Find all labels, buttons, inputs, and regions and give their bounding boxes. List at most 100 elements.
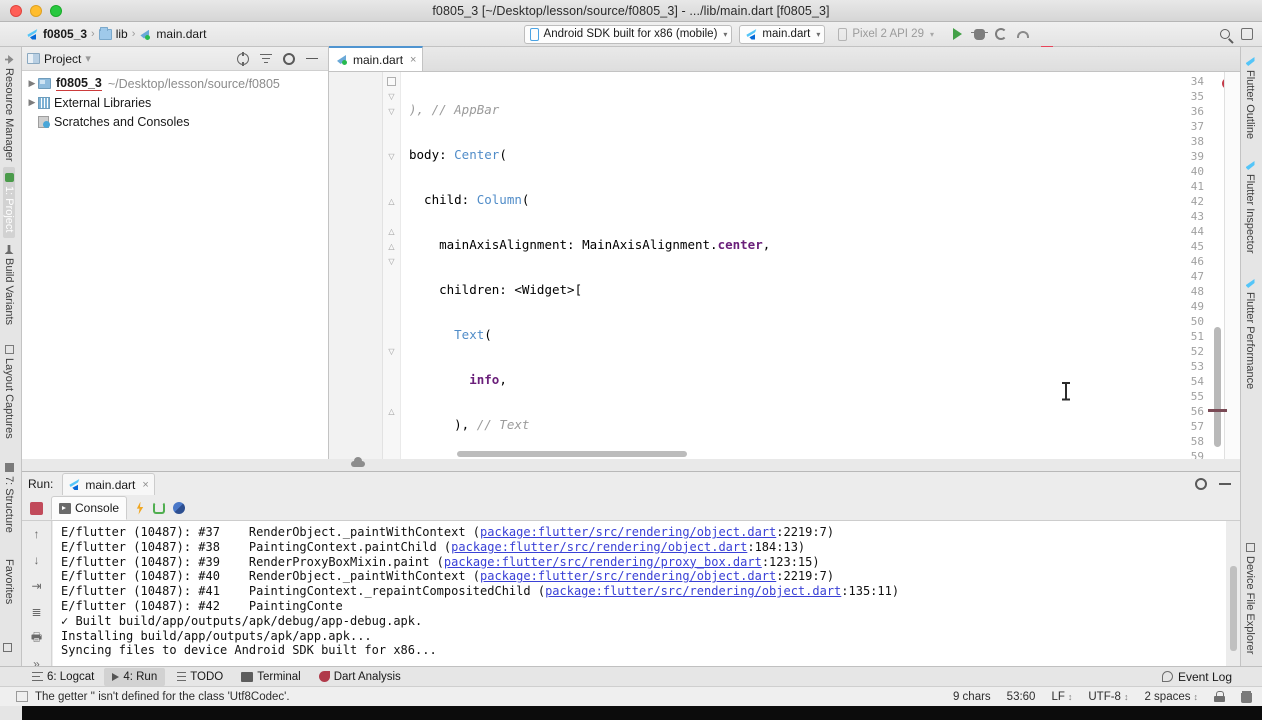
- console-line[interactable]: E/flutter (10487): #37 RenderObject._pai…: [61, 525, 1226, 540]
- print-icon[interactable]: 🖶: [29, 630, 44, 645]
- fold-marker[interactable]: ▽: [387, 107, 396, 116]
- layout-button[interactable]: [1236, 23, 1258, 45]
- settings-button[interactable]: [282, 52, 296, 66]
- close-icon[interactable]: ×: [410, 54, 416, 66]
- code-text[interactable]: ), // AppBar body: Center( child: Column…: [402, 72, 1240, 459]
- breadcrumb-item-project[interactable]: f0805_3: [43, 27, 87, 41]
- expand-arrow-icon[interactable]: ▶: [26, 78, 38, 89]
- console-line[interactable]: Syncing files to device Android SDK buil…: [61, 643, 1226, 658]
- console-scrollbar[interactable]: [1230, 566, 1237, 651]
- tree-node-external-libraries[interactable]: ▶ External Libraries: [22, 93, 328, 112]
- hide-panel-button[interactable]: [305, 52, 319, 66]
- console-line[interactable]: E/flutter (10487): #42 PaintingConte: [61, 599, 1226, 614]
- console-line[interactable]: E/flutter (10487): #39 RenderProxyBoxMix…: [61, 555, 1226, 570]
- code-line[interactable]: Text(: [402, 327, 1240, 342]
- locate-file-button[interactable]: [236, 51, 250, 66]
- hot-reload-icon[interactable]: [136, 501, 144, 515]
- run-config-selector[interactable]: main.dart ▾: [739, 24, 826, 44]
- code-minimap[interactable]: [1224, 72, 1240, 459]
- stacktrace-link[interactable]: package:flutter/src/rendering/object.dar…: [480, 525, 776, 539]
- console-output[interactable]: E/flutter (10487): #37 RenderObject._pai…: [53, 521, 1226, 677]
- bottom-tab-logcat[interactable]: 6: Logcat: [24, 668, 102, 686]
- status-line-separator[interactable]: LF ↕: [1051, 691, 1072, 703]
- scroll-down-icon[interactable]: ↓: [29, 553, 44, 567]
- cloud-download-gutter-icon[interactable]: [351, 457, 365, 467]
- bottom-tab-run[interactable]: 4: Run: [104, 667, 166, 686]
- code-line[interactable]: child: Column(: [402, 192, 1240, 207]
- chevron-down-icon[interactable]: ▾: [85, 52, 91, 65]
- hot-reload-button[interactable]: [990, 23, 1012, 45]
- sidebar-item-flutter-performance[interactable]: Flutter Performance: [1244, 273, 1256, 395]
- editor-tab-main-dart[interactable]: main.dart ×: [329, 46, 424, 71]
- fold-marker[interactable]: △: [387, 407, 396, 416]
- sidebar-item-flutter-inspector[interactable]: Flutter Inspector: [1244, 155, 1256, 259]
- stacktrace-link[interactable]: package:flutter/src/rendering/object.dar…: [545, 584, 841, 598]
- run-button[interactable]: [946, 23, 968, 45]
- run-tab-main-dart[interactable]: main.dart ×: [62, 473, 155, 495]
- run-settings-button[interactable]: [1194, 477, 1208, 491]
- console-line[interactable]: E/flutter (10487): #41 PaintingContext._…: [61, 584, 1226, 599]
- bottom-tab-dart-analysis[interactable]: Dart Analysis: [311, 668, 409, 686]
- stop-button[interactable]: [30, 501, 43, 515]
- open-devtools-icon[interactable]: [173, 502, 186, 514]
- tree-node-scratches[interactable]: Scratches and Consoles: [22, 112, 328, 131]
- code-line[interactable]: info,: [402, 372, 1240, 387]
- stacktrace-link[interactable]: package:flutter/src/rendering/proxy_box.…: [444, 555, 762, 569]
- sidebar-item-bottom-window[interactable]: [3, 637, 12, 658]
- error-stripe-mark[interactable]: [1208, 409, 1227, 412]
- collapse-all-button[interactable]: [259, 52, 273, 66]
- status-encoding[interactable]: UTF-8 ↕: [1088, 691, 1128, 703]
- fold-marker[interactable]: ▽: [387, 152, 396, 161]
- event-log-button[interactable]: Event Log: [1161, 670, 1262, 684]
- fold-marker[interactable]: [387, 77, 396, 86]
- fold-marker[interactable]: △: [387, 197, 396, 206]
- scroll-to-end-icon[interactable]: ≣: [29, 605, 44, 619]
- tab-console[interactable]: Console: [51, 496, 128, 520]
- sidebar-item-device-file-explorer[interactable]: Device File Explorer: [1244, 537, 1256, 660]
- code-line[interactable]: ), // Text: [402, 417, 1240, 432]
- close-icon[interactable]: ×: [142, 479, 148, 491]
- sidebar-item-build-variants[interactable]: Build Variants: [3, 239, 15, 331]
- sidebar-item-flutter-outline[interactable]: Flutter Outline: [1244, 51, 1256, 145]
- stacktrace-link[interactable]: package:flutter/src/rendering/object.dar…: [480, 569, 776, 583]
- code-line[interactable]: mainAxisAlignment: MainAxisAlignment.cen…: [402, 237, 1240, 252]
- breadcrumb-item-file[interactable]: main.dart: [156, 27, 206, 41]
- fold-marker[interactable]: ▽: [387, 92, 396, 101]
- code-line[interactable]: children: <Widget>[: [402, 282, 1240, 297]
- fold-marker[interactable]: △: [387, 227, 396, 236]
- console-line[interactable]: Installing build/app/outputs/apk/app.apk…: [61, 629, 1226, 644]
- profile-button[interactable]: [1012, 23, 1034, 45]
- sidebar-item-layout-captures[interactable]: Layout Captures: [3, 339, 15, 445]
- console-line[interactable]: E/flutter (10487): #38 PaintingContext.p…: [61, 540, 1226, 555]
- breadcrumb-item-lib[interactable]: lib: [116, 27, 128, 41]
- soft-wrap-icon[interactable]: ⇥: [29, 579, 44, 593]
- hot-restart-icon[interactable]: [153, 502, 166, 514]
- console-line[interactable]: ✓ Built build/app/outputs/apk/debug/app-…: [61, 614, 1226, 629]
- status-indent[interactable]: 2 spaces ↕: [1144, 691, 1198, 703]
- sidebar-item-favorites[interactable]: Favorites: [3, 553, 15, 610]
- sidebar-item-structure[interactable]: 7: Structure: [3, 457, 15, 539]
- fold-marker[interactable]: ▽: [387, 347, 396, 356]
- search-everywhere-button[interactable]: [1214, 23, 1236, 45]
- code-editor[interactable]: 34 35 36 37 38 39 40 41 42 43 44 45 46 4…: [329, 72, 1240, 459]
- sidebar-item-project[interactable]: 1: Project: [3, 167, 15, 239]
- emulator-selector[interactable]: Pixel 2 API 29 ▾: [832, 25, 939, 44]
- device-selector[interactable]: Android SDK built for x86 (mobile) ▾: [523, 24, 733, 44]
- editor-horizontal-scrollbar[interactable]: [402, 450, 900, 459]
- tree-node-project[interactable]: ▶ f0805_3 ~/Desktop/lesson/source/f0805: [22, 74, 328, 93]
- status-caret-position[interactable]: 53:60: [1007, 691, 1036, 703]
- scroll-up-icon[interactable]: ↑: [29, 527, 44, 541]
- code-line[interactable]: body: Center(: [402, 147, 1240, 162]
- lock-icon[interactable]: [1214, 691, 1225, 702]
- stacktrace-link[interactable]: package:flutter/src/rendering/object.dar…: [451, 540, 747, 554]
- trash-icon[interactable]: [1241, 690, 1252, 703]
- run-hide-button[interactable]: [1218, 477, 1232, 491]
- editor-vertical-scrollbar[interactable]: [1214, 327, 1221, 447]
- fold-marker[interactable]: △: [387, 242, 396, 251]
- fold-marker[interactable]: ▽: [387, 257, 396, 266]
- bottom-tab-terminal[interactable]: Terminal: [233, 668, 308, 686]
- sidebar-item-resource-manager[interactable]: Resource Manager: [3, 49, 15, 168]
- expand-arrow-icon[interactable]: ▶: [26, 97, 38, 108]
- bottom-tab-todo[interactable]: TODO: [167, 668, 231, 686]
- scrollbar-thumb[interactable]: [457, 451, 687, 457]
